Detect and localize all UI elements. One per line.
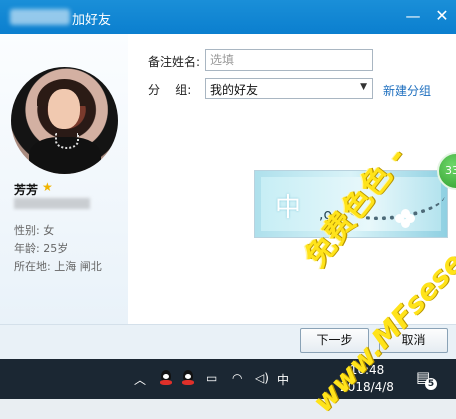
group-select[interactable]: 我的好友 ▼ <box>205 78 373 99</box>
caret-down-icon: ▼ <box>360 82 367 92</box>
profile-gender: 性别: 女 <box>14 224 55 237</box>
blurred-title-prefix <box>10 9 70 25</box>
new-group-link[interactable]: 新建分组 <box>383 82 431 99</box>
title-bar[interactable]: 加好友 — ✕ <box>0 0 456 34</box>
qq-tray-icon[interactable] <box>181 370 195 386</box>
banner-char: 中 <box>275 193 302 223</box>
profile-panel: 芳芳 ★ 性别: 女 年龄: 25岁 所在地: 上海 闸北 <box>0 34 128 324</box>
profile-location: 所在地: 上海 闸北 <box>14 260 102 273</box>
close-button[interactable]: ✕ <box>432 6 452 26</box>
input-method-indicator[interactable]: 中 <box>277 371 289 388</box>
battery-icon[interactable]: ▭ <box>206 371 217 385</box>
chevron-up-icon[interactable]: ︿ <box>134 371 146 388</box>
minimize-button[interactable]: — <box>403 6 423 26</box>
avatar-face <box>48 89 80 129</box>
remark-name-label: 备注姓名: <box>148 55 201 69</box>
window-title: 加好友 <box>72 13 112 28</box>
group-selected-value: 我的好友 <box>210 83 259 97</box>
group-label: 分 组: <box>148 83 192 97</box>
remark-name-input[interactable] <box>205 49 373 71</box>
notification-count: 5 <box>425 378 437 390</box>
star-icon: ★ <box>42 180 53 194</box>
profile-nickname: 芳芳 <box>14 183 39 197</box>
taskbar: ︿ ▭ ◠ ◁) 中 16:48 2018/4/8 ▤ 5 <box>0 359 456 399</box>
qq-tray-icon[interactable] <box>159 370 173 386</box>
avatar-necklace <box>55 133 79 149</box>
volume-icon[interactable]: ◁) <box>255 371 269 385</box>
avatar <box>11 67 118 174</box>
profile-age: 年龄: 25岁 <box>14 242 69 255</box>
blurred-account-id <box>14 198 90 209</box>
flower-icon <box>395 209 415 229</box>
wifi-icon[interactable]: ◠ <box>232 371 242 385</box>
